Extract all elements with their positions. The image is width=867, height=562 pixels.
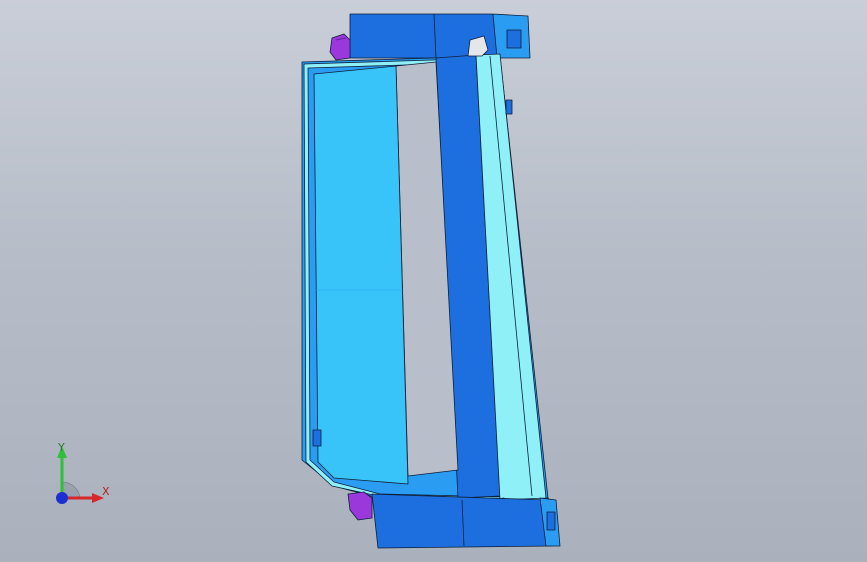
part-model[interactable] bbox=[0, 0, 867, 562]
z-axis-origin bbox=[56, 492, 68, 504]
bottom-purple-fastener bbox=[347, 491, 373, 521]
bottom-tab-slot bbox=[546, 511, 556, 531]
top-purple-fastener bbox=[329, 33, 351, 61]
y-axis-label: Y bbox=[58, 441, 65, 454]
left-side-tab bbox=[312, 429, 322, 447]
triad-graphic bbox=[56, 446, 104, 504]
front-panel bbox=[313, 65, 409, 485]
graphics-viewport[interactable]: Y X bbox=[0, 0, 867, 562]
x-axis-label: X bbox=[102, 485, 110, 498]
top-tab-slot bbox=[506, 29, 522, 49]
reference-triad: Y X bbox=[40, 438, 130, 518]
right-side-tab bbox=[505, 99, 513, 115]
